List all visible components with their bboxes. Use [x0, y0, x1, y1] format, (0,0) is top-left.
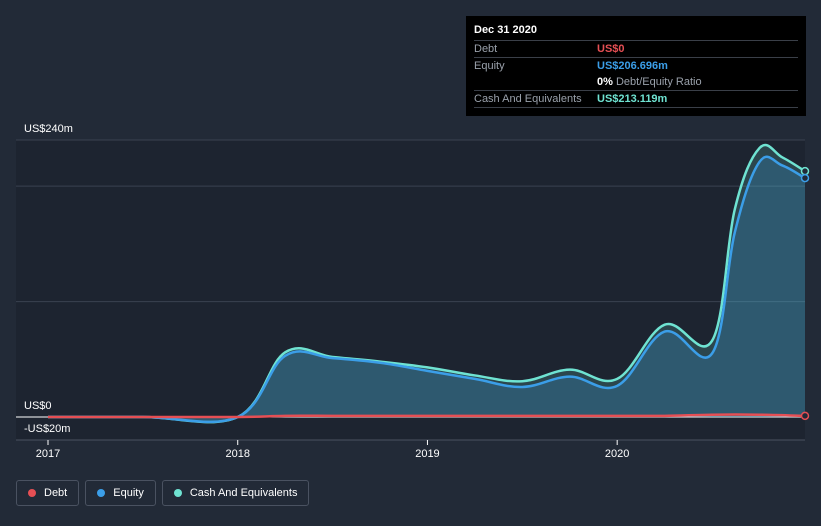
tooltip-ratio-value: 0% [597, 76, 613, 88]
tooltip-date: Dec 31 2020 [474, 24, 537, 36]
tooltip-equity-label: Equity [474, 60, 505, 72]
tooltip-debt-label: Debt [474, 43, 498, 55]
tooltip-ratio-row: 0% Debt/Equity Ratio [474, 74, 798, 90]
legend-debt[interactable]: Debt [16, 480, 80, 506]
cash-dot-icon [173, 489, 182, 497]
debt-dot-icon [28, 489, 36, 497]
debt-end-marker [800, 411, 810, 421]
y-tick-label: US$0 [24, 400, 52, 412]
x-axis-ticks: 2017 2018 2019 2020 [36, 440, 629, 460]
chart-legend: Debt Equity Cash And Equivalents [16, 480, 310, 506]
hover-tooltip: Dec 31 2020 Debt US$0 Equity US$206.696m… [466, 16, 806, 116]
y-tick-label: -US$20m [24, 423, 70, 435]
tooltip-debt-row: Debt US$0 [474, 40, 798, 57]
x-tick-label: 2017 [36, 448, 60, 460]
equity-end-marker [800, 173, 810, 183]
tooltip-cash-value: US$213.119m [597, 93, 668, 105]
x-tick-label: 2020 [605, 448, 629, 460]
legend-equity-label: Equity [113, 487, 144, 499]
tooltip-equity-row: Equity US$206.696m [474, 57, 798, 74]
tooltip-equity-value: US$206.696m [597, 60, 668, 72]
tooltip-cash-row: Cash And Equivalents US$213.119m [474, 90, 798, 108]
legend-debt-label: Debt [44, 487, 68, 499]
legend-cash-label: Cash And Equivalents [189, 487, 298, 499]
y-tick-label: US$240m [24, 123, 73, 135]
legend-cash[interactable]: Cash And Equivalents [161, 480, 310, 506]
tooltip-cash-label: Cash And Equivalents [474, 93, 582, 105]
cash-end-marker [800, 166, 810, 176]
equity-dot-icon [97, 489, 106, 497]
legend-equity[interactable]: Equity [85, 480, 156, 506]
x-tick-label: 2019 [415, 448, 439, 460]
x-tick-label: 2018 [225, 448, 249, 460]
tooltip-debt-value: US$0 [597, 43, 625, 55]
tooltip-ratio-label: Debt/Equity Ratio [615, 76, 702, 88]
